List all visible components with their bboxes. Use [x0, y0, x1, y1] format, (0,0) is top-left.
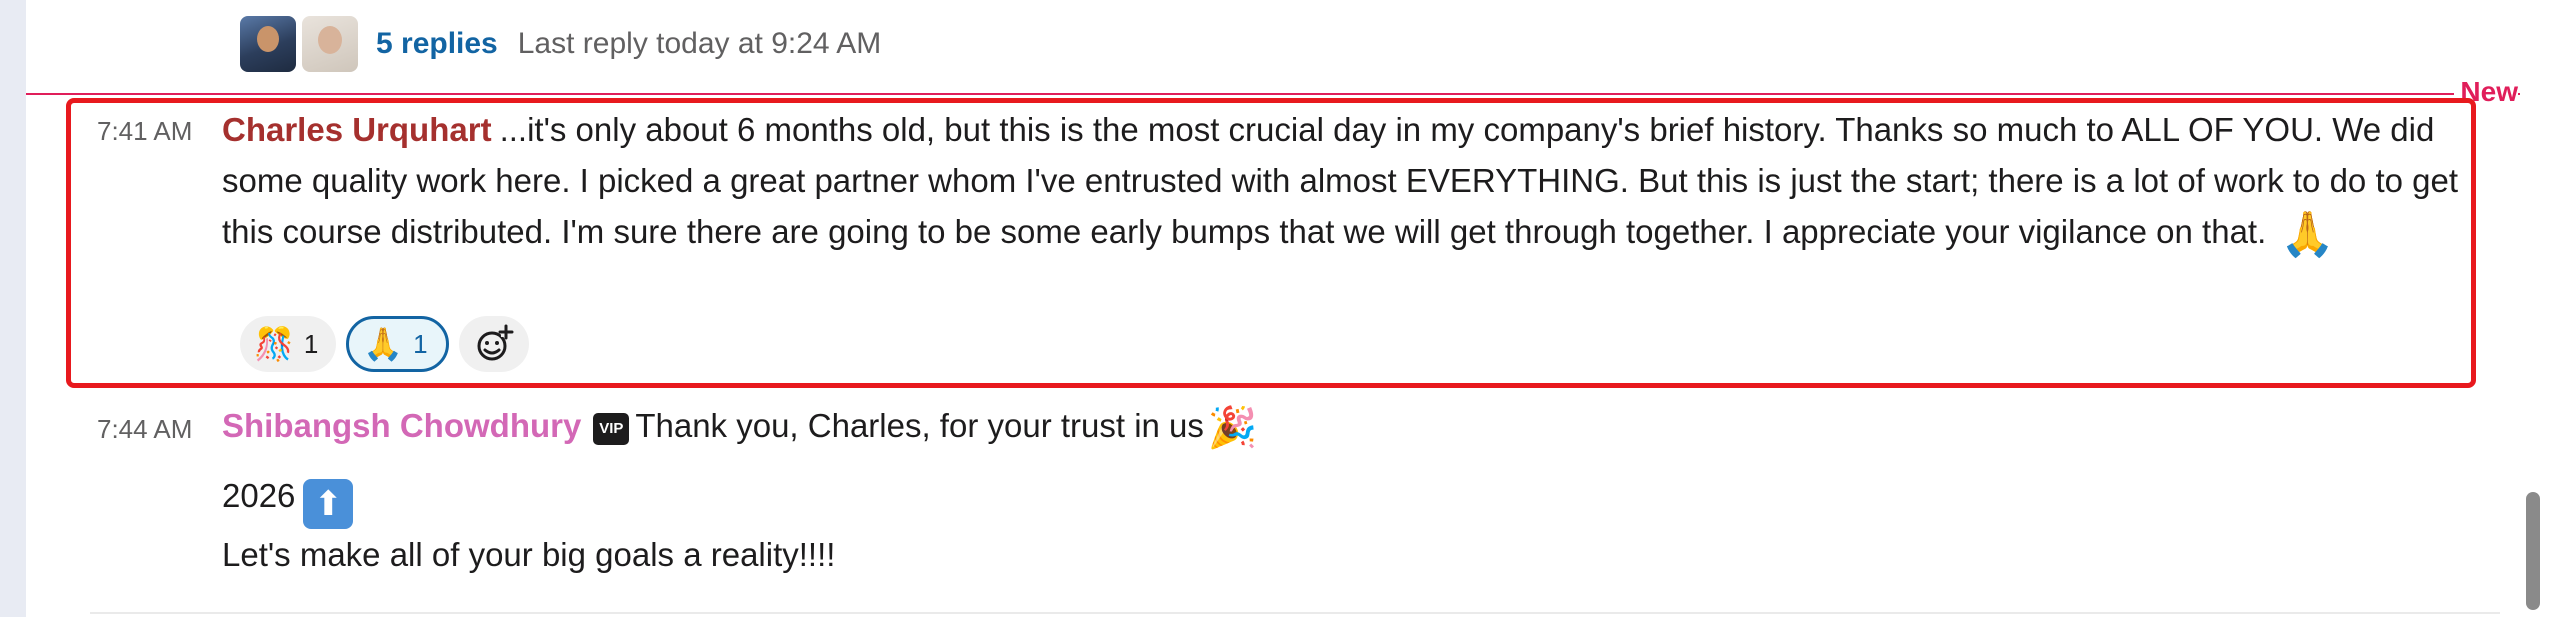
replies-link[interactable]: 5 replies — [376, 27, 498, 61]
party-popper-emoji: 🎉 — [1207, 406, 1258, 450]
vip-badge: VIP — [593, 413, 630, 445]
message-content: Charles Urquhart ...it's only about 6 mon… — [222, 104, 2472, 260]
pray-icon: 🙏 — [363, 326, 404, 362]
scrollbar-thumb[interactable] — [2526, 492, 2540, 610]
message-text: Thank you, Charles, for your trust in us — [635, 407, 1204, 444]
divider — [90, 612, 2500, 614]
message-author[interactable]: Shibangsh Chowdhury — [222, 407, 581, 444]
reaction-count: 1 — [413, 328, 428, 359]
message-text-line: 2026 — [222, 477, 296, 514]
message-content: Shibangsh Chowdhury VIP Thank you, Charles… — [222, 400, 2472, 580]
reaction-confetti[interactable]: 🎊 1 — [240, 316, 337, 372]
last-reply-text: Last reply today at 9:24 AM — [517, 27, 882, 60]
pray-emoji: 🙏 — [2280, 210, 2336, 259]
avatar — [240, 16, 296, 72]
left-sidebar-edge — [0, 0, 26, 617]
message-timestamp[interactable]: 7:41 AM — [97, 116, 192, 147]
avatar — [302, 16, 358, 72]
confetti-icon: 🎊 — [254, 326, 294, 362]
thread-summary[interactable]: 5 replies Last reply today at 9:24 AM — [240, 16, 881, 72]
add-reaction-button[interactable] — [458, 316, 529, 372]
message-text-line: Let's make all of your big goals a reali… — [222, 536, 836, 573]
reaction-count: 1 — [303, 328, 319, 359]
add-reaction-icon — [477, 324, 514, 361]
reaction-pray[interactable]: 🙏 1 — [346, 316, 449, 372]
reactions-bar: 🎊 1 🙏 1 — [240, 316, 529, 372]
message-author[interactable]: Charles Urquhart — [222, 111, 492, 148]
new-messages-divider — [26, 93, 2520, 95]
message-timestamp[interactable]: 7:44 AM — [97, 414, 192, 445]
up-arrow-icon: ⬆ — [303, 479, 354, 529]
message-text: ...it's only about 6 months old, but thi… — [222, 111, 2459, 250]
